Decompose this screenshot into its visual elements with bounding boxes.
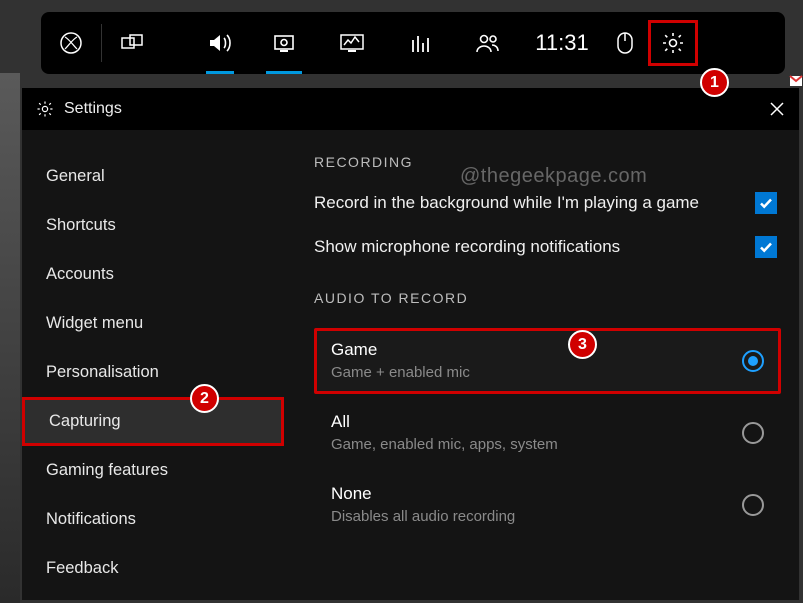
radio-subtitle: Game, enabled mic, apps, system [331,436,558,453]
mic-notifications-row[interactable]: Show microphone recording notifications [314,236,781,258]
radio-indicator[interactable] [742,494,764,516]
radio-title: Game [331,340,470,360]
watermark: @thegeekpage.com [460,165,647,188]
sidebar-item-accounts[interactable]: Accounts [22,250,284,299]
panel-title: Settings [64,100,122,118]
xbox-social-icon[interactable] [454,12,522,74]
settings-button[interactable] [648,20,698,66]
sidebar-item-feedback[interactable]: Feedback [22,544,284,593]
audio-icon[interactable] [190,12,250,74]
capture-icon[interactable] [250,12,318,74]
radio-title: All [331,412,558,432]
background-record-row[interactable]: Record in the background while I'm playi… [314,192,781,214]
background-record-checkbox[interactable] [755,192,777,214]
mic-notifications-checkbox[interactable] [755,236,777,258]
audio-radio-game[interactable]: Game Game + enabled mic [314,328,781,394]
radio-subtitle: Disables all audio recording [331,508,515,525]
annotation-badge-2: 2 [190,384,219,413]
gmail-icon [789,73,803,89]
xbox-game-bar-topbar: 11:31 [41,12,785,74]
mic-notifications-label: Show microphone recording notifications [314,237,755,257]
clock: 11:31 [522,12,602,74]
widgets-icon[interactable] [102,12,162,74]
xbox-icon[interactable] [41,12,101,74]
resources-icon[interactable] [386,12,454,74]
sidebar-item-gaming-features[interactable]: Gaming features [22,446,284,495]
sidebar-item-personalisation[interactable]: Personalisation [22,348,284,397]
radio-title: None [331,484,515,504]
panel-header: Settings [22,88,799,130]
settings-sidebar: General Shortcuts Accounts Widget menu P… [22,130,284,600]
background-record-label: Record in the background while I'm playi… [314,193,755,213]
sidebar-item-shortcuts[interactable]: Shortcuts [22,201,284,250]
performance-icon[interactable] [318,12,386,74]
annotation-badge-1: 1 [700,68,729,97]
sidebar-item-general[interactable]: General [22,152,284,201]
annotation-badge-3: 3 [568,330,597,359]
audio-radio-none[interactable]: None Disables all audio recording [314,472,781,538]
audio-section-label: AUDIO TO RECORD [314,290,781,306]
radio-indicator[interactable] [742,350,764,372]
sidebar-item-notifications[interactable]: Notifications [22,495,284,544]
gear-icon [36,100,54,118]
sidebar-item-capturing[interactable]: Capturing [22,397,284,446]
settings-panel: Settings General Shortcuts Accounts Widg… [22,88,799,600]
audio-radio-all[interactable]: All Game, enabled mic, apps, system [314,400,781,466]
settings-content: RECORDING Record in the background while… [284,130,799,600]
close-icon[interactable] [769,101,785,117]
mouse-icon[interactable] [602,12,648,74]
radio-indicator[interactable] [742,422,764,444]
radio-subtitle: Game + enabled mic [331,364,470,381]
sidebar-item-widget-menu[interactable]: Widget menu [22,299,284,348]
